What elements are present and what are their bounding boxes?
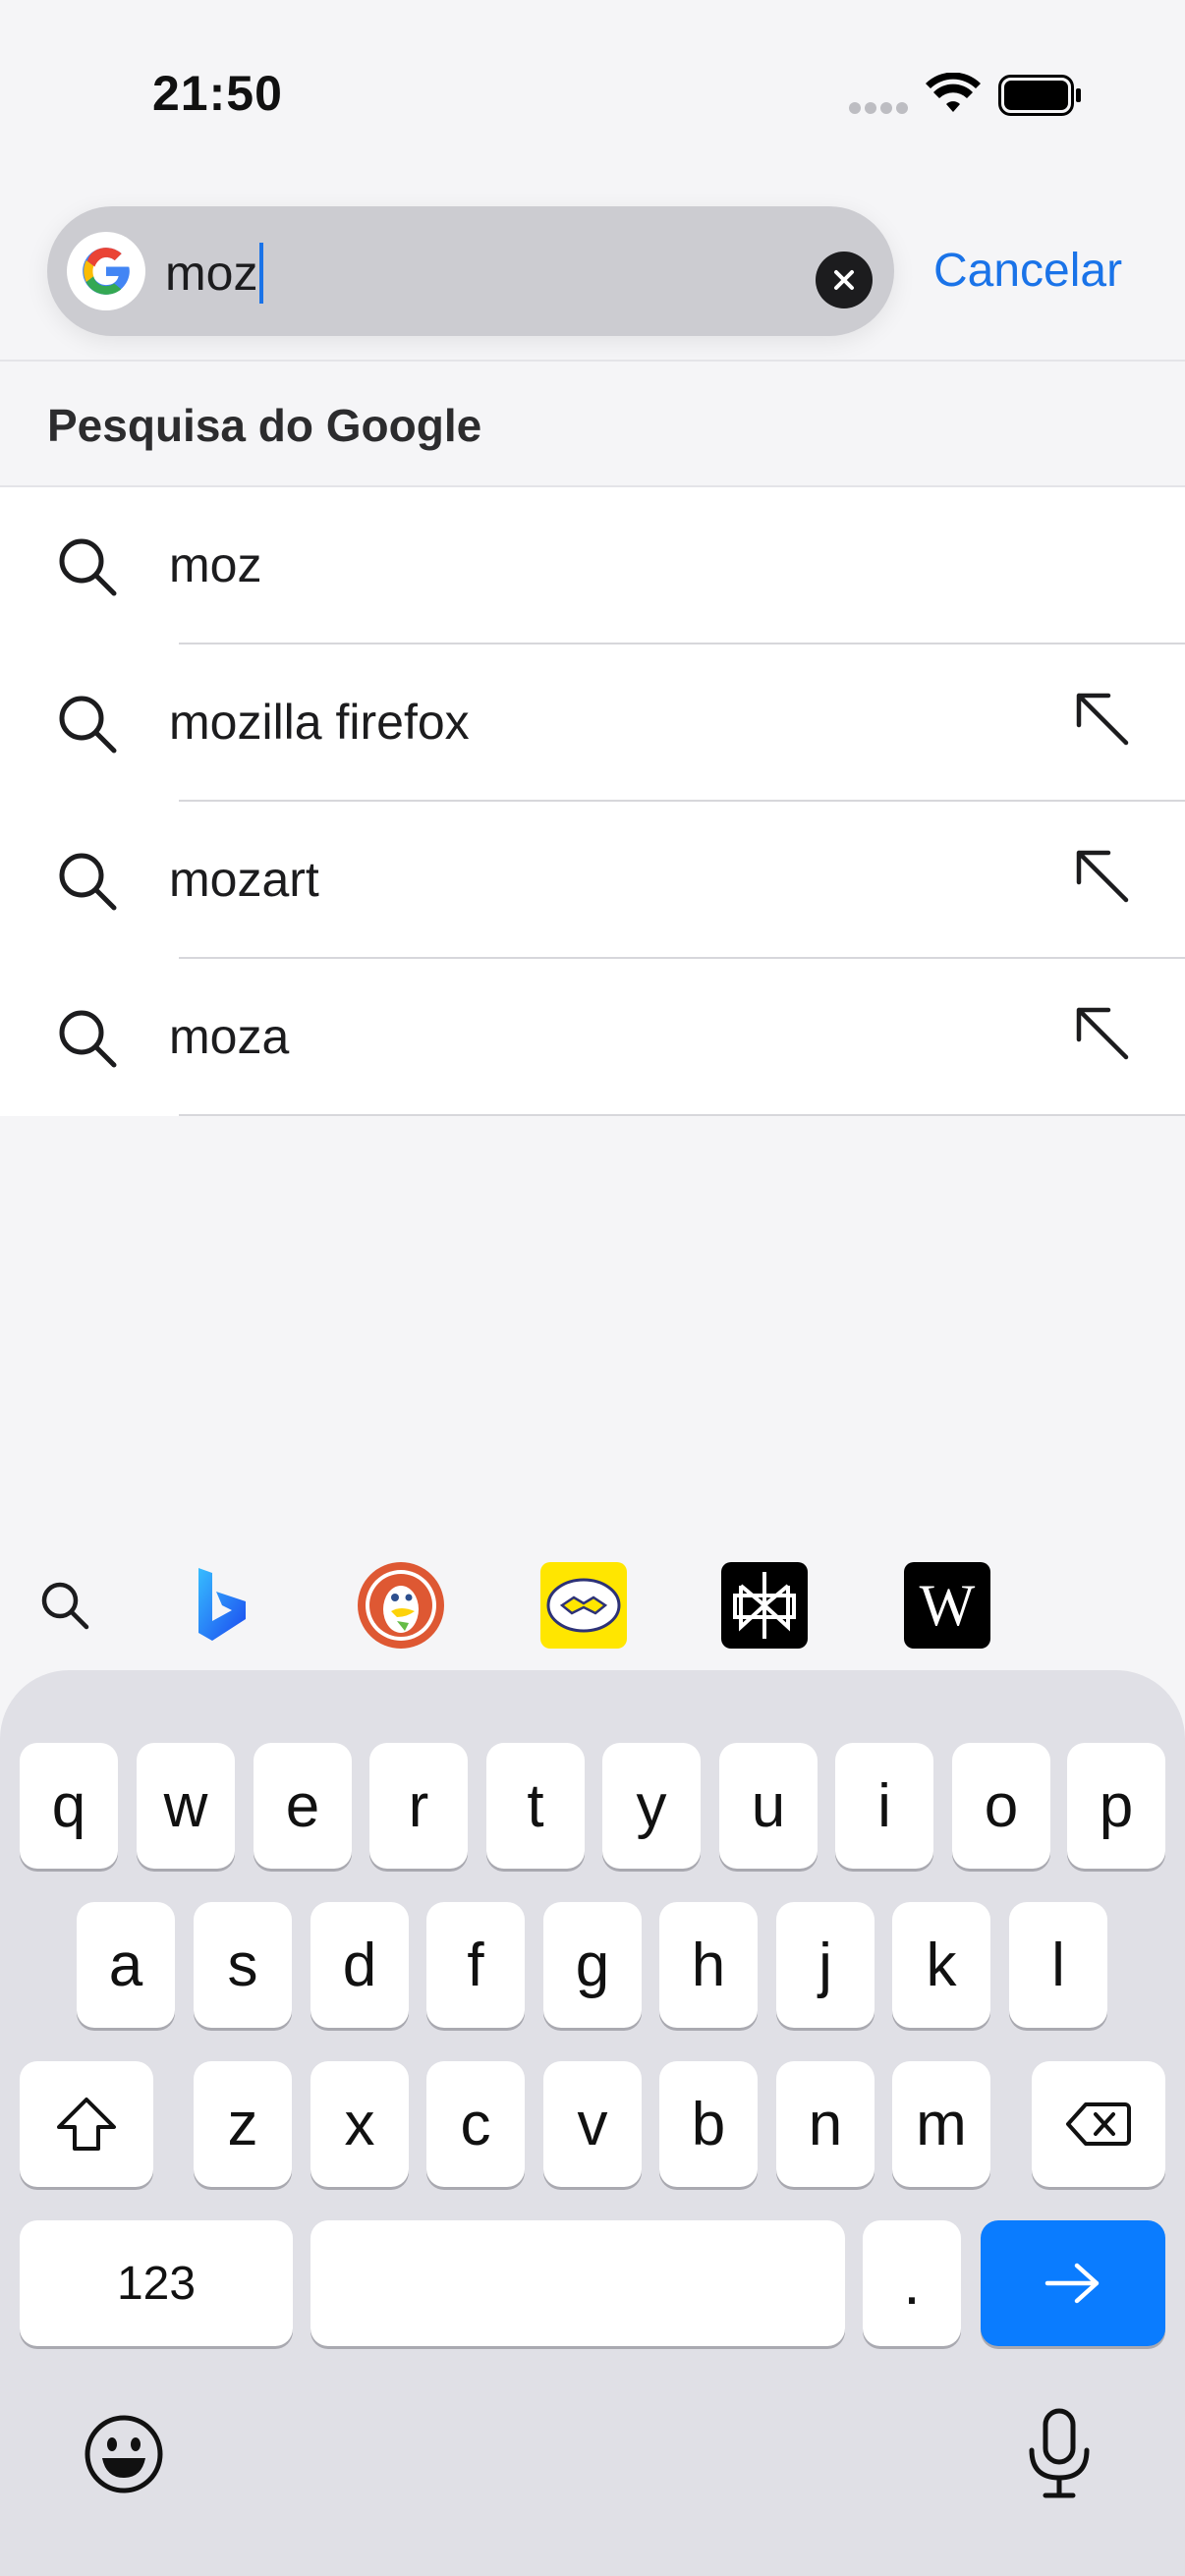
suggestion-row[interactable]: mozilla firefox xyxy=(0,644,1185,802)
search-icon xyxy=(59,853,117,911)
key-x[interactable]: x xyxy=(310,2061,409,2187)
wikipedia-letter: W xyxy=(919,1572,976,1638)
key-c[interactable]: c xyxy=(426,2061,525,2187)
key-f[interactable]: f xyxy=(426,1902,525,2028)
search-icon[interactable] xyxy=(37,1578,92,1633)
suggestion-text: mozart xyxy=(169,852,319,907)
wikipedia-icon[interactable]: W xyxy=(904,1562,990,1649)
key-g[interactable]: g xyxy=(543,1902,642,2028)
perplexity-icon[interactable] xyxy=(721,1562,808,1649)
key-i[interactable]: i xyxy=(835,1743,933,1869)
key-e[interactable]: e xyxy=(254,1743,352,1869)
search-input[interactable]: moz xyxy=(165,242,264,305)
duckduckgo-icon[interactable] xyxy=(358,1562,444,1649)
emoji-icon[interactable] xyxy=(83,2413,165,2495)
keyboard: q w e r t y u i o p a s d f g h j k l z … xyxy=(0,1670,1185,2576)
key-m[interactable]: m xyxy=(892,2061,990,2187)
key-o[interactable]: o xyxy=(952,1743,1050,1869)
key-d[interactable]: d xyxy=(310,1902,409,2028)
shift-key[interactable] xyxy=(20,2061,153,2187)
section-header: Pesquisa do Google xyxy=(0,360,1185,487)
cancel-button[interactable]: Cancelar xyxy=(933,244,1122,298)
key-s[interactable]: s xyxy=(194,1902,292,2028)
key-z[interactable]: z xyxy=(194,2061,292,2187)
bing-icon[interactable] xyxy=(177,1562,263,1649)
key-h[interactable]: h xyxy=(659,1902,758,2028)
search-engine-bar: W xyxy=(0,1552,1185,1654)
key-n[interactable]: n xyxy=(776,2061,875,2187)
key-k[interactable]: k xyxy=(892,1902,990,2028)
shift-icon xyxy=(57,2098,116,2151)
key-t[interactable]: t xyxy=(486,1743,585,1869)
clear-x-icon xyxy=(834,270,854,290)
key-l[interactable]: l xyxy=(1009,1902,1107,2028)
status-bar: 21:50 xyxy=(0,0,1185,196)
battery-icon xyxy=(998,75,1081,116)
key-r[interactable]: r xyxy=(369,1743,468,1869)
key-a[interactable]: a xyxy=(77,1902,175,2028)
clear-search-button[interactable] xyxy=(816,252,873,308)
search-icon xyxy=(59,696,117,754)
numbers-key[interactable]: 123 xyxy=(20,2220,293,2346)
search-icon xyxy=(59,538,117,596)
key-b[interactable]: b xyxy=(659,2061,758,2187)
arrow-right-icon xyxy=(1044,2263,1100,2304)
status-time: 21:50 xyxy=(152,66,283,121)
cellular-signal-icon xyxy=(849,102,908,116)
key-v[interactable]: v xyxy=(543,2061,642,2187)
text-caret xyxy=(259,243,264,304)
suggestion-text: moz xyxy=(169,537,262,592)
microphone-icon[interactable] xyxy=(1024,2407,1095,2501)
search-icon xyxy=(59,1010,117,1068)
suggestion-row[interactable]: moza xyxy=(0,959,1185,1116)
suggestion-row[interactable]: mozart xyxy=(0,802,1185,959)
key-w[interactable]: w xyxy=(137,1743,235,1869)
search-header: moz Cancelar xyxy=(0,196,1185,360)
space-key[interactable] xyxy=(310,2220,845,2346)
google-logo-icon xyxy=(67,232,145,310)
arrow-up-left-icon[interactable] xyxy=(1071,1002,1132,1063)
search-query: moz xyxy=(165,246,258,301)
arrow-up-left-icon[interactable] xyxy=(1071,845,1132,906)
backspace-icon xyxy=(1066,2102,1131,2146)
suggestion-row[interactable]: moz xyxy=(0,487,1185,644)
mercadolivre-icon[interactable] xyxy=(540,1562,627,1649)
go-key[interactable] xyxy=(981,2220,1165,2346)
search-bar[interactable]: moz xyxy=(47,206,894,336)
key-j[interactable]: j xyxy=(776,1902,875,2028)
key-p[interactable]: p xyxy=(1067,1743,1165,1869)
suggestion-list: moz mozilla firefox mozart moza xyxy=(0,487,1185,1116)
suggestion-text: mozilla firefox xyxy=(169,695,470,750)
key-q[interactable]: q xyxy=(20,1743,118,1869)
arrow-up-left-icon[interactable] xyxy=(1071,688,1132,749)
suggestion-text: moza xyxy=(169,1009,290,1064)
wifi-icon xyxy=(926,73,981,112)
delete-key[interactable] xyxy=(1032,2061,1165,2187)
key-y[interactable]: y xyxy=(602,1743,701,1869)
key-u[interactable]: u xyxy=(719,1743,818,1869)
section-title: Pesquisa do Google xyxy=(47,400,482,451)
period-key[interactable]: . xyxy=(863,2220,961,2346)
divider xyxy=(179,1114,1185,1116)
